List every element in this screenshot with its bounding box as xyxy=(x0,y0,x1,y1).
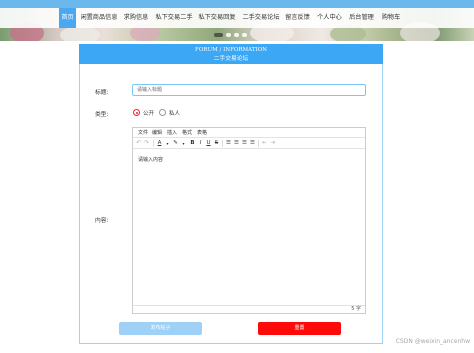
strikethrough-icon[interactable]: S xyxy=(213,138,220,149)
editor-menu-table[interactable]: 表格 xyxy=(197,128,207,138)
menu-item-cart[interactable]: 购物车 xyxy=(380,8,402,28)
radio-private[interactable] xyxy=(159,109,166,116)
toolbar-divider xyxy=(153,140,154,147)
top-strip xyxy=(0,0,474,8)
toolbar-divider xyxy=(258,140,259,147)
type-label: 类型: xyxy=(95,112,109,118)
radio-public-label: 公开 xyxy=(143,111,155,117)
carousel-dot[interactable] xyxy=(226,33,231,37)
carousel-dot[interactable] xyxy=(214,33,223,37)
radio-private-label: 私人 xyxy=(169,111,181,117)
title-input[interactable]: 请输入标题 xyxy=(132,84,366,96)
carousel-dot[interactable] xyxy=(234,33,239,37)
menu-item-private-trade[interactable]: 私下交易二手 xyxy=(154,8,194,28)
menu-item-forum[interactable]: 二手交易论坛 xyxy=(240,8,282,28)
submit-post-button[interactable]: 发布帖子 xyxy=(119,322,202,335)
title-label: 标题: xyxy=(95,90,109,96)
indent-icon[interactable]: ⇥ xyxy=(269,138,276,149)
align-justify-icon[interactable]: ☰ xyxy=(249,138,256,149)
editor-menu-format[interactable]: 格式 xyxy=(182,128,192,138)
rich-text-editor[interactable]: 文件 编辑 插入 格式 表格 ↶ ↷ A ▾ ✎ ▾ B I U S ☰ ☰ ☰… xyxy=(132,127,366,314)
undo-icon[interactable]: ↶ xyxy=(135,138,142,149)
banner-title-en: FORUM / INFORMATION xyxy=(195,47,267,53)
reset-button[interactable]: 重置 xyxy=(258,322,341,335)
menu-item-idle-goods[interactable]: 闲置商品信息 xyxy=(79,8,119,28)
menu-item-private-reply[interactable]: 私下交易回复 xyxy=(197,8,237,28)
chevron-down-icon[interactable]: ▾ xyxy=(164,138,171,149)
align-left-icon[interactable]: ☰ xyxy=(225,138,232,149)
editor-statusbar: 5 字 xyxy=(133,305,365,313)
menu-item-admin[interactable]: 后台管理 xyxy=(348,8,375,28)
section-banner: FORUM / INFORMATION 二手交易论坛 xyxy=(79,44,383,64)
main-menu: 首页 闲置商品信息 求购信息 私下交易二手 私下交易回复 二手交易论坛 留言反馈… xyxy=(0,8,474,28)
editor-content[interactable]: 请输入内容 xyxy=(138,156,163,163)
redo-icon[interactable]: ↷ xyxy=(143,138,150,149)
editor-menu-edit[interactable]: 编辑 xyxy=(152,128,162,138)
editor-menu-insert[interactable]: 插入 xyxy=(167,128,177,138)
word-count: 5 字 xyxy=(351,306,361,312)
menu-item-feedback[interactable]: 留言反馈 xyxy=(284,8,311,28)
outdent-icon[interactable]: ⇤ xyxy=(261,138,268,149)
align-center-icon[interactable]: ☰ xyxy=(233,138,240,149)
watermark: CSDN @weixin_ancenhw xyxy=(395,338,470,345)
align-right-icon[interactable]: ☰ xyxy=(241,138,248,149)
menu-item-home[interactable]: 首页 xyxy=(59,8,76,28)
bold-icon[interactable]: B xyxy=(189,138,196,149)
chevron-down-icon[interactable]: ▾ xyxy=(180,138,187,149)
editor-toolbar: ↶ ↷ A ▾ ✎ ▾ B I U S ☰ ☰ ☰ ☰ ⇤ ⇥ xyxy=(133,138,365,149)
radio-public[interactable] xyxy=(133,109,140,116)
highlight-icon[interactable]: ✎ xyxy=(172,138,179,149)
menu-item-user-center[interactable]: 个人中心 xyxy=(316,8,343,28)
content-label: 内容: xyxy=(95,218,109,224)
banner-title-cn: 二手交易论坛 xyxy=(213,56,249,62)
italic-icon[interactable]: I xyxy=(197,138,204,149)
menu-item-wanted[interactable]: 求购信息 xyxy=(121,8,151,28)
font-color-icon[interactable]: A xyxy=(156,138,163,149)
toolbar-divider xyxy=(222,140,223,147)
underline-icon[interactable]: U xyxy=(205,138,212,149)
carousel-dot[interactable] xyxy=(242,33,247,37)
editor-menu-file[interactable]: 文件 xyxy=(138,128,148,138)
editor-menubar: 文件 编辑 插入 格式 表格 xyxy=(133,128,365,138)
hero-flower-shape xyxy=(60,26,100,41)
